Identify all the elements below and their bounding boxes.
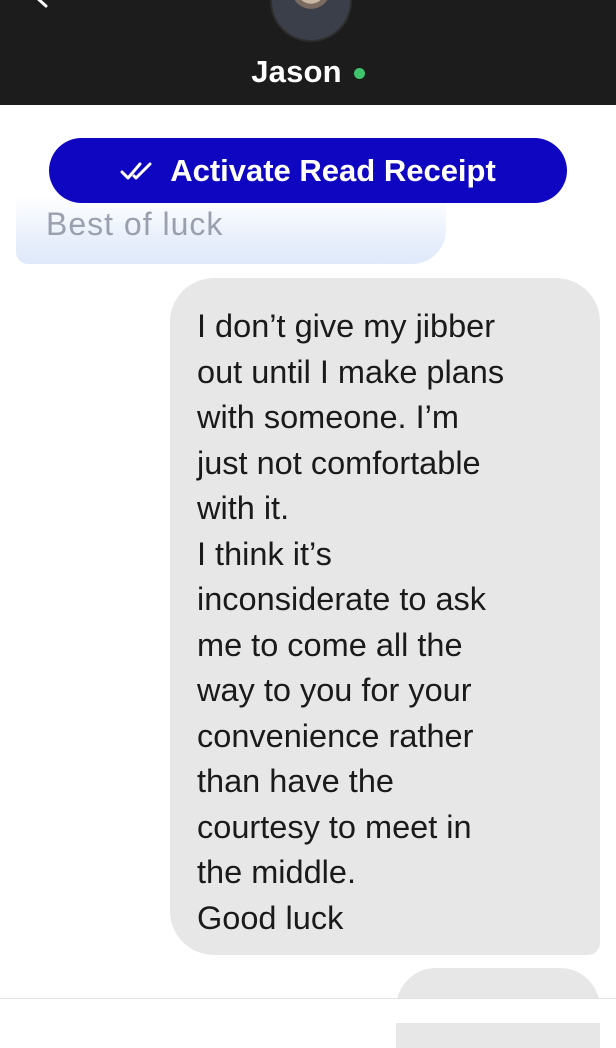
contact-title[interactable]: Jason xyxy=(0,52,616,92)
read-receipt-label: Activate Read Receipt xyxy=(170,152,496,188)
back-chevron-icon[interactable] xyxy=(30,0,52,8)
received-message-bubble[interactable]: Best of luck xyxy=(16,196,446,264)
double-check-icon xyxy=(120,162,152,179)
online-status-dot xyxy=(353,67,365,79)
contact-avatar[interactable] xyxy=(270,0,352,42)
sent-message-text: I don’t give my jibber out until I make … xyxy=(197,308,505,936)
sent-message-bubble[interactable]: I don’t give my jibber out until I make … xyxy=(170,278,600,955)
received-message-text: Best of luck xyxy=(46,206,224,242)
chat-header: Jason xyxy=(0,0,616,105)
composer-area xyxy=(0,999,616,1023)
contact-name: Jason xyxy=(251,54,342,89)
activate-read-receipt-button[interactable]: Activate Read Receipt xyxy=(49,138,567,203)
